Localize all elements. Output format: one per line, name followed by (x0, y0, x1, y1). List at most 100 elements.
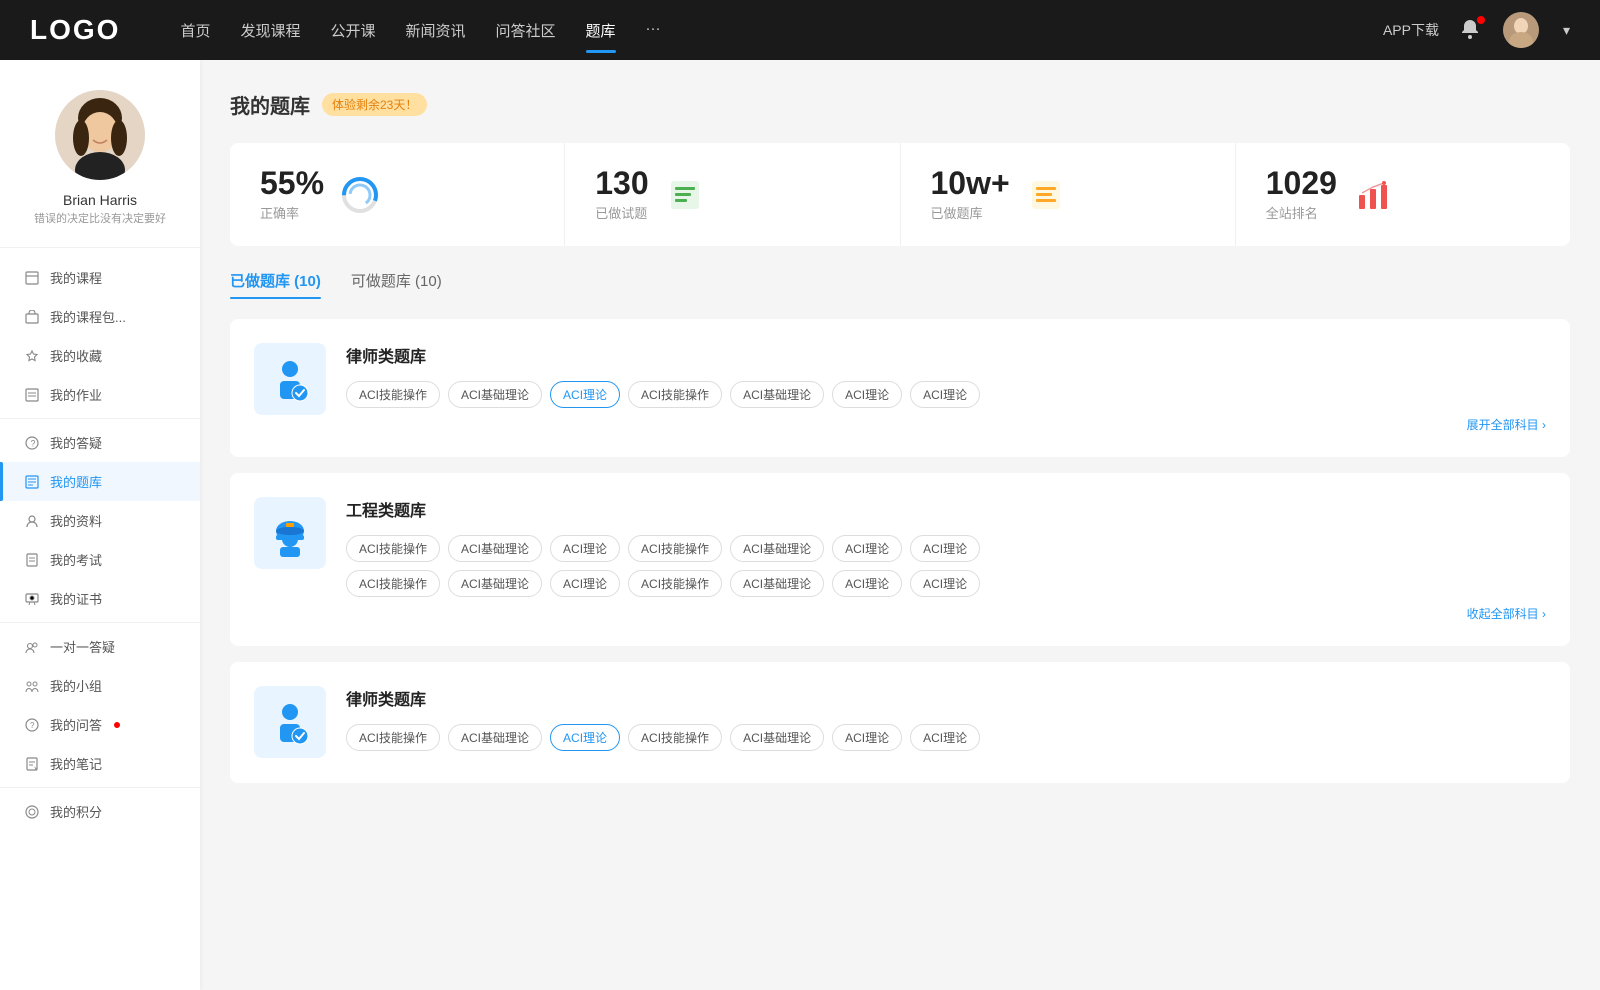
tag-2b-0[interactable]: ACI技能操作 (346, 570, 440, 597)
tag-3-5[interactable]: ACI理论 (832, 724, 902, 751)
main-layout: Brian Harris 错误的决定比没有决定要好 我的课程 我的课程包... (0, 60, 1600, 990)
tag-2-2[interactable]: ACI理论 (550, 535, 620, 562)
qbank-card-1: 律师类题库 ACI技能操作 ACI基础理论 ACI理论 ACI技能操作 ACI基… (230, 319, 1570, 457)
nav-opencourse[interactable]: 公开课 (330, 16, 375, 45)
sidebar-item-group[interactable]: 我的小组 (0, 666, 200, 705)
tag-1-5[interactable]: ACI理论 (832, 381, 902, 408)
nav-more[interactable]: ··· (646, 16, 661, 45)
user-avatar-nav[interactable] (1503, 12, 1539, 48)
sidebar-label-points: 我的积分 (50, 802, 102, 821)
nav-home[interactable]: 首页 (180, 16, 210, 45)
stat-done-questions: 130 已做试题 (565, 143, 900, 246)
stat-value-done: 130 (595, 167, 648, 199)
answers-icon: ? (24, 435, 40, 451)
tag-1-3[interactable]: ACI技能操作 (628, 381, 722, 408)
sidebar-item-1on1[interactable]: 一对一答疑 (0, 627, 200, 666)
sidebar-item-qbank[interactable]: 我的题库 (0, 462, 200, 501)
tag-2-4[interactable]: ACI基础理论 (730, 535, 824, 562)
tag-3-4[interactable]: ACI基础理论 (730, 724, 824, 751)
nav-qbank[interactable]: 题库 (586, 16, 616, 45)
user-menu-chevron[interactable]: ▾ (1563, 22, 1570, 39)
tag-1-6[interactable]: ACI理论 (910, 381, 980, 408)
sidebar-item-notes[interactable]: 我的笔记 (0, 744, 200, 783)
sidebar-label-course: 我的课程 (50, 268, 102, 287)
tag-3-0[interactable]: ACI技能操作 (346, 724, 440, 751)
notification-bell[interactable] (1459, 18, 1483, 42)
nav-news[interactable]: 新闻资讯 (406, 16, 466, 45)
divider-2 (0, 622, 200, 623)
stat-ranking: 1029 全站排名 (1236, 143, 1570, 246)
materials-icon (24, 513, 40, 529)
sidebar-label-coursepack: 我的课程包... (50, 307, 126, 326)
profile-motto: 错误的决定比没有决定要好 (20, 212, 180, 227)
tag-2-1[interactable]: ACI基础理论 (448, 535, 542, 562)
tag-2-5[interactable]: ACI理论 (832, 535, 902, 562)
collapse-link-2[interactable]: 收起全部科目 › (346, 605, 1546, 622)
sidebar-item-exam[interactable]: 我的考试 (0, 540, 200, 579)
tag-2-6[interactable]: ACI理论 (910, 535, 980, 562)
tag-2b-4[interactable]: ACI基础理论 (730, 570, 824, 597)
main-content: 我的题库 体验剩余23天！ 55% 正确率 (200, 60, 1600, 990)
nav-qa[interactable]: 问答社区 (496, 16, 556, 45)
tag-1-4[interactable]: ACI基础理论 (730, 381, 824, 408)
stat-label-correct: 正确率 (260, 203, 324, 222)
logo[interactable]: LOGO (30, 14, 120, 46)
qbank-icon (24, 474, 40, 490)
notes-icon (24, 756, 40, 772)
tag-2-3[interactable]: ACI技能操作 (628, 535, 722, 562)
sidebar-label-cert: 我的证书 (50, 589, 102, 608)
navbar: LOGO 首页 发现课程 公开课 新闻资讯 问答社区 题库 ··· APP下载 … (0, 0, 1600, 60)
stat-label-banks: 已做题库 (931, 203, 1010, 222)
nav-discover[interactable]: 发现课程 (240, 16, 300, 45)
sidebar-label-answers: 我的答疑 (50, 433, 102, 452)
sidebar-item-answers[interactable]: ? 我的答疑 (0, 423, 200, 462)
stat-value-correct: 55% (260, 167, 324, 199)
tag-1-2[interactable]: ACI理论 (550, 381, 620, 408)
sidebar-label-group: 我的小组 (50, 676, 102, 695)
sidebar-label-exam: 我的考试 (50, 550, 102, 569)
tag-3-1[interactable]: ACI基础理论 (448, 724, 542, 751)
qbank-title-1: 律师类题库 (346, 343, 1546, 367)
tag-2-0[interactable]: ACI技能操作 (346, 535, 440, 562)
stat-label-rank: 全站排名 (1266, 203, 1337, 222)
qbank-title-2: 工程类题库 (346, 497, 1546, 521)
sidebar-label-favorites: 我的收藏 (50, 346, 102, 365)
sidebar-item-materials[interactable]: 我的资料 (0, 501, 200, 540)
tags-row-2a: ACI技能操作 ACI基础理论 ACI理论 ACI技能操作 ACI基础理论 AC… (346, 535, 1546, 562)
sidebar-label-qbank: 我的题库 (50, 472, 102, 491)
sidebar-item-favorites[interactable]: 我的收藏 (0, 336, 200, 375)
tag-3-6[interactable]: ACI理论 (910, 724, 980, 751)
sidebar-item-homework[interactable]: 我的作业 (0, 375, 200, 414)
sidebar-item-course[interactable]: 我的课程 (0, 258, 200, 297)
trial-badge: 体验剩余23天！ (322, 93, 427, 116)
tag-1-1[interactable]: ACI基础理论 (448, 381, 542, 408)
group-icon (24, 678, 40, 694)
sidebar-item-coursepack[interactable]: 我的课程包... (0, 297, 200, 336)
profile-section: Brian Harris 错误的决定比没有决定要好 (0, 90, 200, 248)
qbank-title-3: 律师类题库 (346, 686, 1546, 710)
tag-2b-6[interactable]: ACI理论 (910, 570, 980, 597)
tags-row-1: ACI技能操作 ACI基础理论 ACI理论 ACI技能操作 ACI基础理论 AC… (346, 381, 1546, 408)
sidebar-label-qanda: 我的问答 (50, 715, 102, 734)
expand-link-1[interactable]: 展开全部科目 › (346, 416, 1546, 433)
sidebar-item-cert[interactable]: 我的证书 (0, 579, 200, 618)
divider-3 (0, 787, 200, 788)
tab-done[interactable]: 已做题库 (10) (230, 270, 321, 299)
tag-1-0[interactable]: ACI技能操作 (346, 381, 440, 408)
app-download-button[interactable]: APP下载 (1383, 20, 1439, 40)
tag-2b-2[interactable]: ACI理论 (550, 570, 620, 597)
tabs-row: 已做题库 (10) 可做题库 (10) (230, 270, 1570, 299)
tag-2b-3[interactable]: ACI技能操作 (628, 570, 722, 597)
svg-text:?: ? (30, 721, 35, 730)
tag-3-2[interactable]: ACI理论 (550, 724, 620, 751)
sidebar-item-points[interactable]: 我的积分 (0, 792, 200, 831)
sidebar-item-qanda[interactable]: ? 我的问答 (0, 705, 200, 744)
tag-3-3[interactable]: ACI技能操作 (628, 724, 722, 751)
coursepack-icon (24, 309, 40, 325)
qbank-card-3: 律师类题库 ACI技能操作 ACI基础理论 ACI理论 ACI技能操作 ACI基… (230, 662, 1570, 783)
tag-2b-1[interactable]: ACI基础理论 (448, 570, 542, 597)
homework-icon (24, 387, 40, 403)
tab-available[interactable]: 可做题库 (10) (351, 270, 442, 299)
sidebar: Brian Harris 错误的决定比没有决定要好 我的课程 我的课程包... (0, 60, 200, 990)
tag-2b-5[interactable]: ACI理论 (832, 570, 902, 597)
